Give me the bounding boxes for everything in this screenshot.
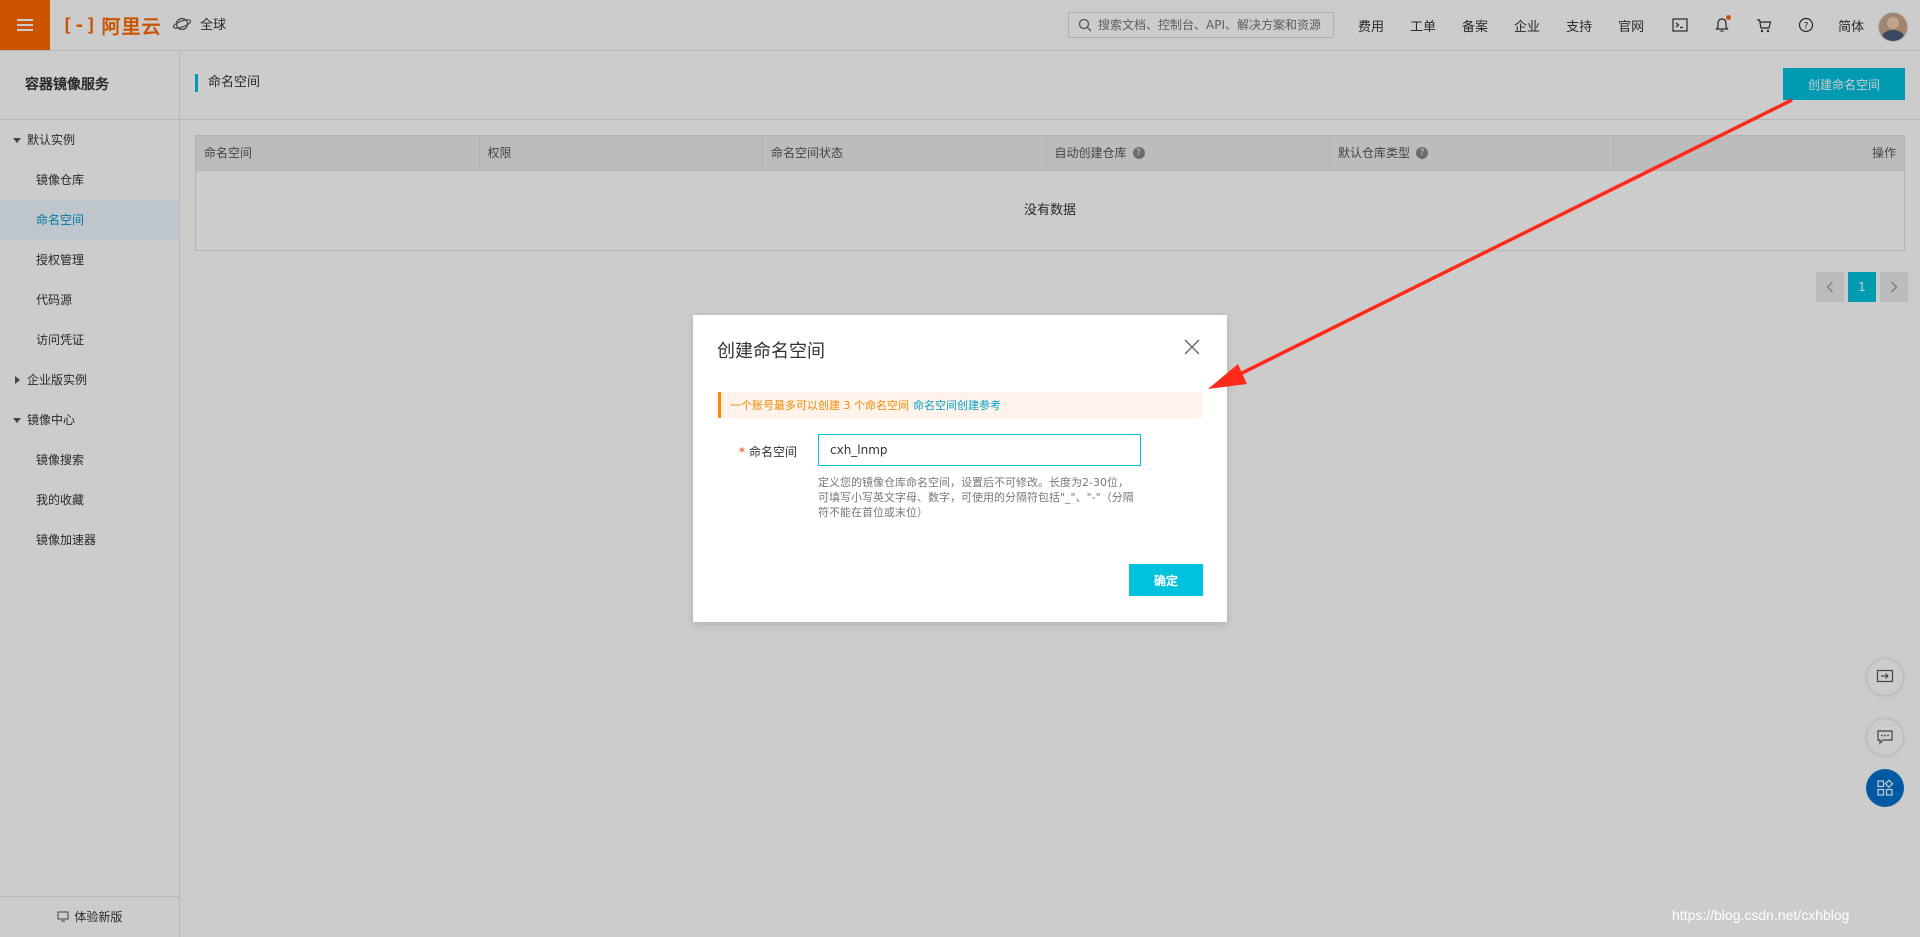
watermark: https://blog.csdn.net/cxhblog: [1672, 907, 1850, 923]
annotation-arrow: [1208, 98, 1793, 389]
